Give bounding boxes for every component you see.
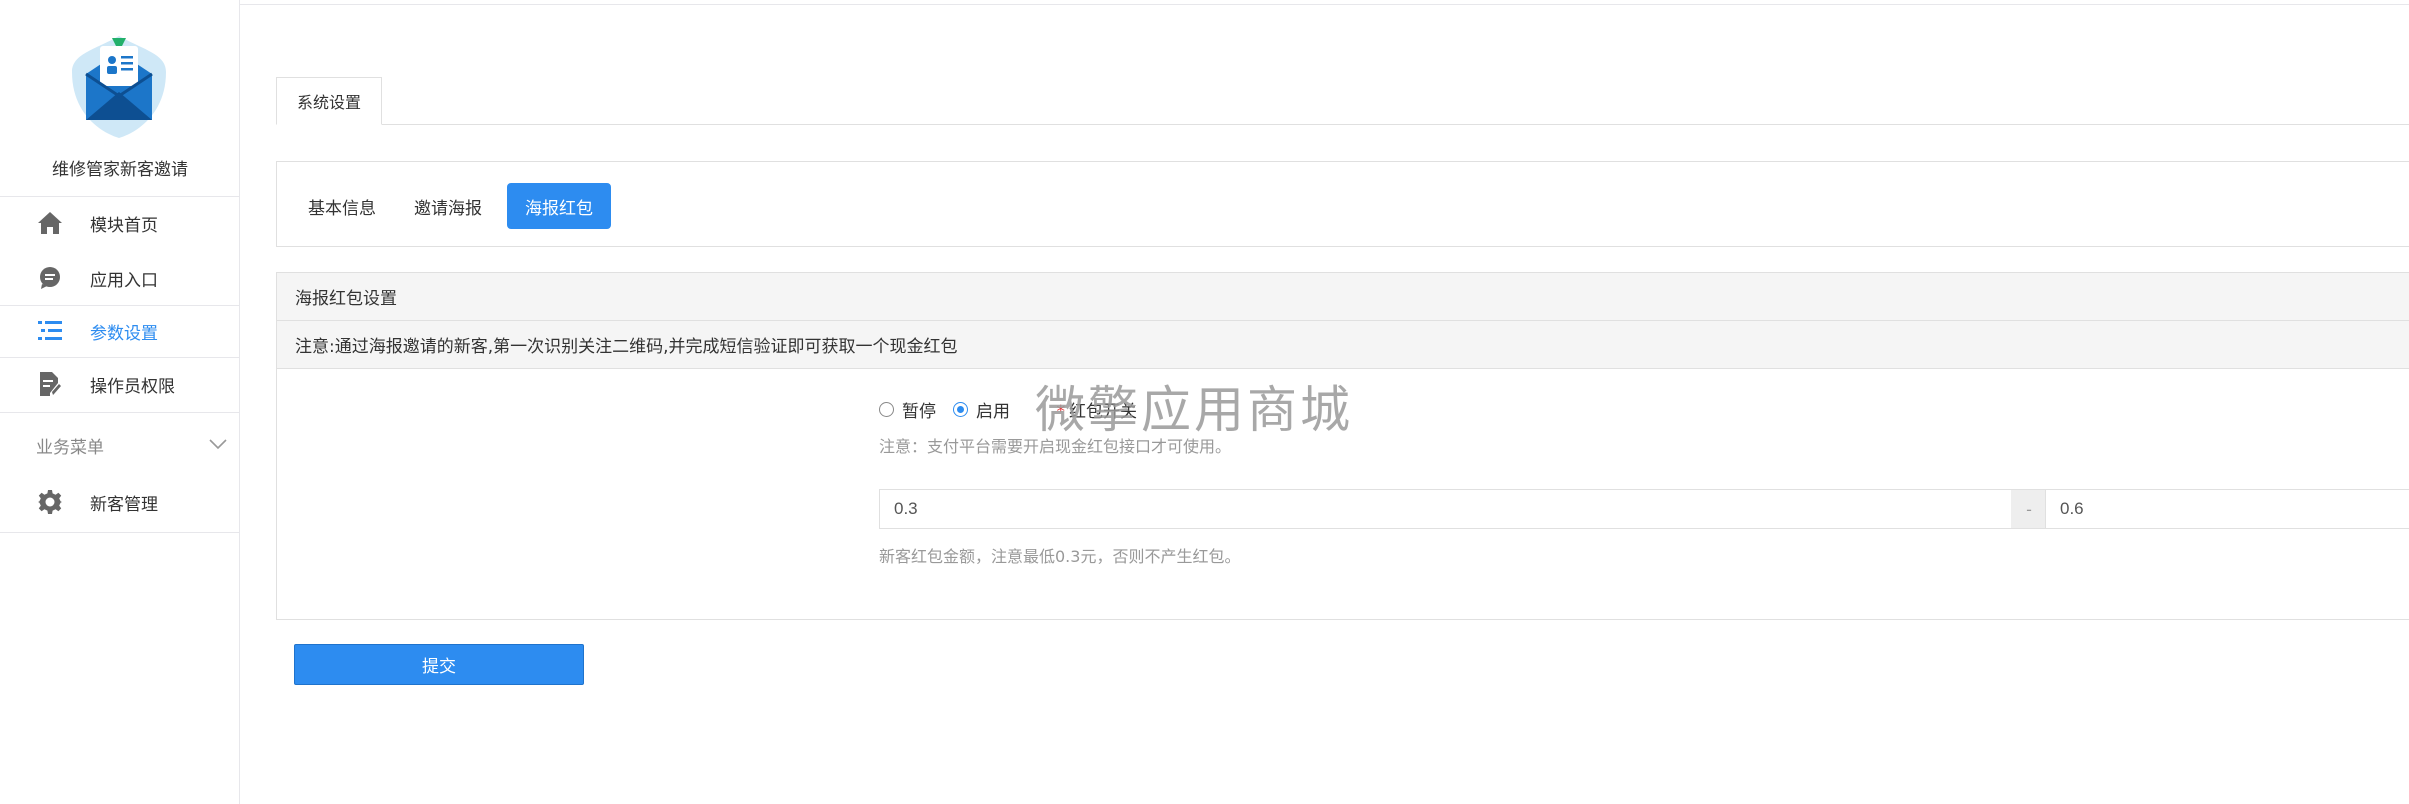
chevron-down-icon[interactable] — [206, 432, 230, 456]
radio-enable-label: 启用 — [976, 402, 1010, 422]
radio-circle-checked[interactable] — [953, 402, 968, 417]
app-name: 维修管家新客邀请 — [52, 160, 188, 180]
home-icon — [36, 209, 64, 237]
chat-icon — [36, 264, 64, 292]
max-amount-input[interactable] — [2045, 489, 2409, 529]
sidebar-item-parameter-settings[interactable]: 参数设置 — [0, 305, 240, 357]
radio-pause-label: 暂停 — [902, 402, 936, 422]
amount-help-text: 新客红包金额，注意最低0.3元，否则不产生红包。 — [879, 547, 1241, 566]
sidebar-item-label: 应用入口 — [90, 270, 158, 291]
submit-button[interactable]: 提交 — [294, 644, 584, 685]
min-amount-input[interactable] — [879, 489, 2013, 529]
header-divider — [240, 4, 2409, 5]
sidebar-item-label: 参数设置 — [90, 323, 158, 344]
menu-group-title: 业务菜单 — [36, 438, 104, 458]
sidebar-divider — [0, 412, 240, 413]
tab-system-settings[interactable]: 系统设置 — [276, 77, 382, 125]
sidebar: 维修管家新客邀请 模块首页 应用入口 参数设置 操作员权限 业务菜单 新客管理 — [0, 0, 240, 804]
sidebar-item-label: 模块首页 — [90, 215, 158, 236]
sidebar-item-operator-permissions[interactable]: 操作员权限 — [0, 358, 240, 410]
sidebar-item-app-entry[interactable]: 应用入口 — [0, 252, 240, 304]
subtab-panel: 基本信息 邀请海报 海报红包 — [276, 161, 2409, 247]
radio-circle[interactable] — [879, 402, 894, 417]
watermark: 微擎应用商城 — [1035, 381, 1353, 439]
gear-icon — [36, 488, 64, 516]
sidebar-divider — [0, 532, 240, 533]
radio-enable[interactable]: 启用 — [953, 397, 1010, 422]
document-edit-icon — [36, 370, 64, 398]
app-logo — [64, 32, 174, 142]
list-icon — [36, 317, 64, 345]
sidebar-item-new-customer-management[interactable]: 新客管理 — [0, 476, 240, 528]
panel-notice: 注意:通过海报邀请的新客,第一次识别关注二维码,并完成短信验证即可获取一个现金红… — [277, 321, 2409, 369]
tab-poster-red-packet[interactable]: 海报红包 — [507, 183, 611, 229]
tabs-baseline — [276, 124, 2409, 125]
panel-title: 海报红包设置 — [277, 273, 2409, 321]
radio-pause[interactable]: 暂停 — [879, 397, 936, 422]
red-packet-settings-panel: 海报红包设置 注意:通过海报邀请的新客,第一次识别关注二维码,并完成短信验证即可… — [276, 272, 2409, 620]
sidebar-item-label: 操作员权限 — [90, 376, 175, 397]
sidebar-item-label: 新客管理 — [90, 494, 158, 515]
tab-basic-info[interactable]: 基本信息 — [301, 183, 383, 229]
amount-range-separator: - — [2011, 489, 2047, 529]
sidebar-item-module-home[interactable]: 模块首页 — [0, 197, 240, 249]
tab-invite-poster[interactable]: 邀请海报 — [407, 183, 489, 229]
